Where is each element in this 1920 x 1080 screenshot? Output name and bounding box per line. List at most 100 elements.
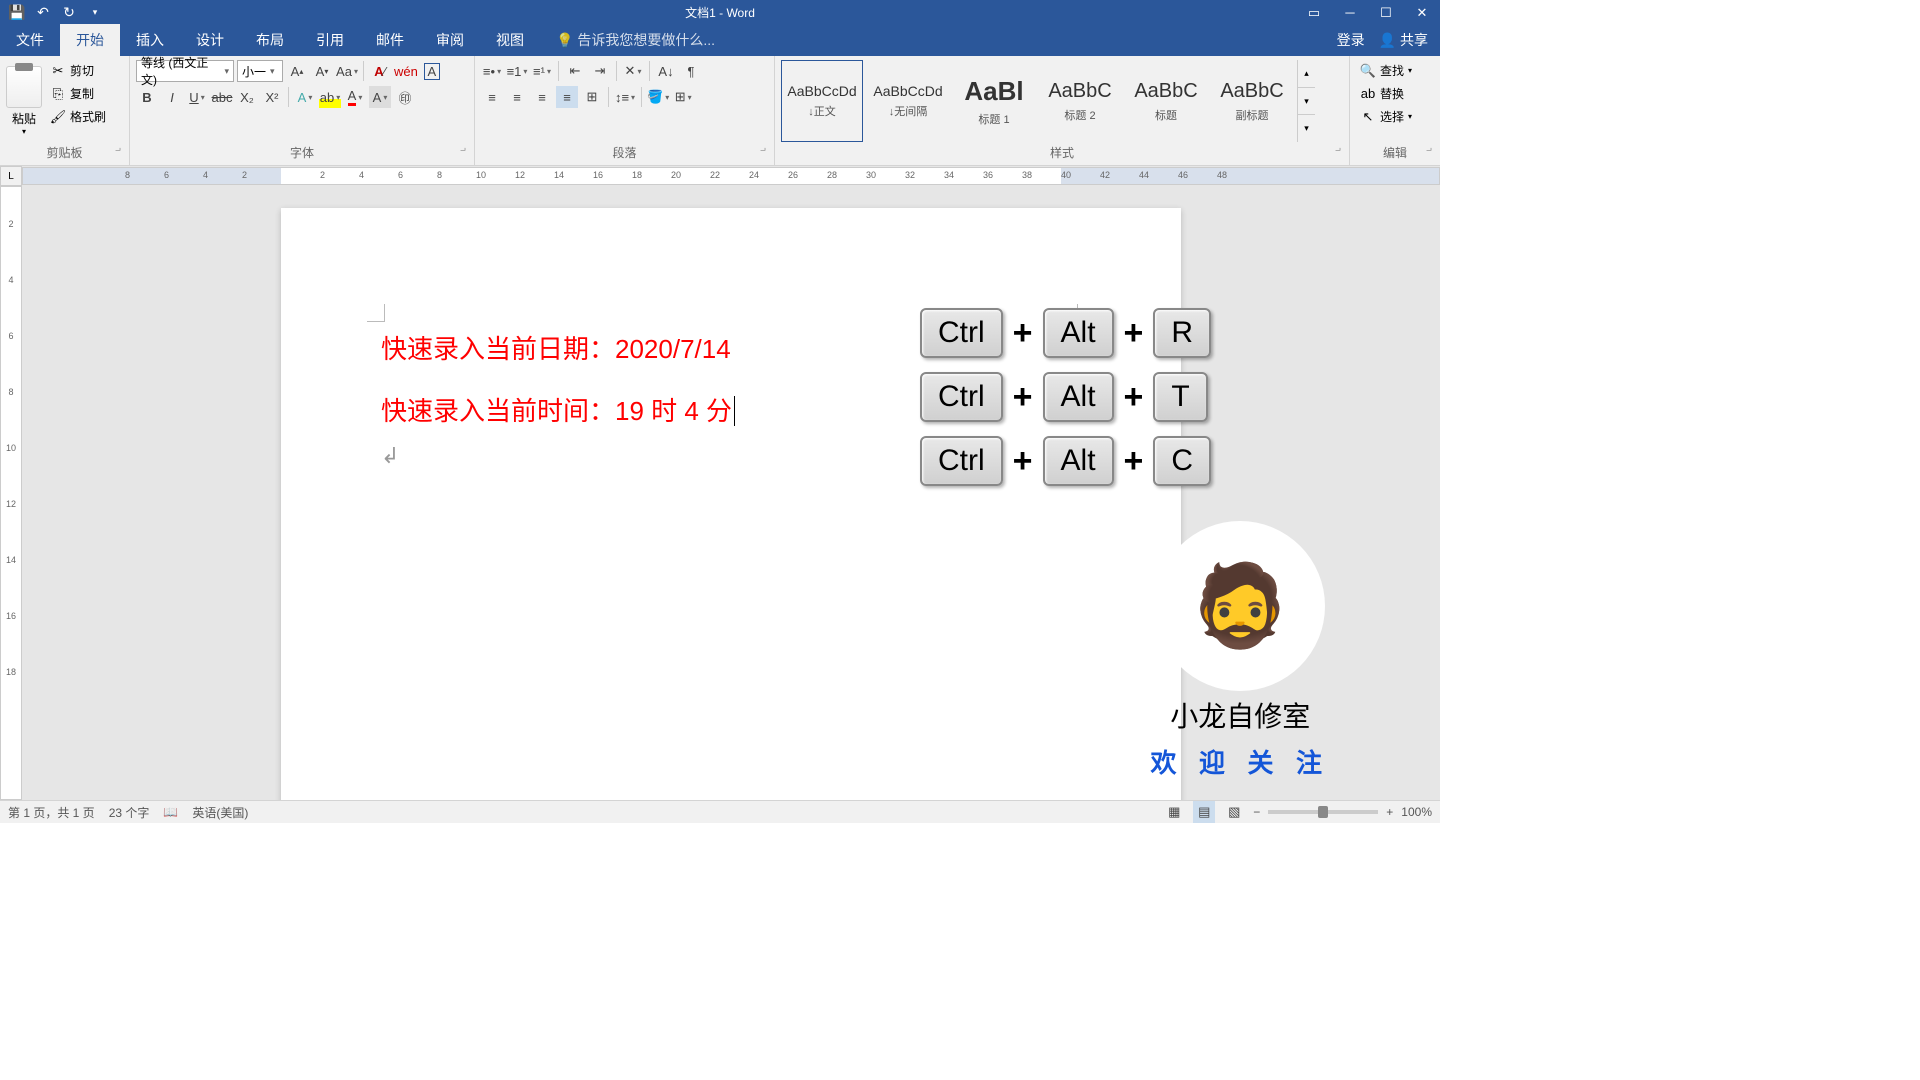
group-label-styles: 样式 bbox=[781, 142, 1343, 163]
replace-button[interactable]: ab替换 bbox=[1356, 83, 1434, 104]
maximize-icon[interactable]: ☐ bbox=[1368, 0, 1404, 25]
tab-home[interactable]: 开始 bbox=[60, 24, 120, 56]
save-icon[interactable]: 💾 bbox=[6, 2, 28, 24]
line-spacing-button[interactable]: ↕≡ bbox=[614, 86, 636, 108]
strike-button[interactable]: abc bbox=[211, 86, 233, 108]
close-icon[interactable]: ✕ bbox=[1404, 0, 1440, 25]
read-mode-icon[interactable]: ▦ bbox=[1163, 801, 1185, 823]
ruler-corner[interactable]: L bbox=[0, 166, 22, 186]
tab-view[interactable]: 视图 bbox=[480, 24, 540, 56]
tab-insert[interactable]: 插入 bbox=[120, 24, 180, 56]
superscript-button[interactable]: X² bbox=[261, 86, 283, 108]
style-标题 2[interactable]: AaBbC标题 2 bbox=[1039, 60, 1121, 142]
align-center-button[interactable]: ≡ bbox=[506, 86, 528, 108]
styles-up-icon[interactable]: ▴ bbox=[1298, 60, 1315, 87]
phonetic-button[interactable]: wén bbox=[394, 60, 418, 82]
numbering-button[interactable]: ≡1 bbox=[506, 60, 528, 82]
page[interactable]: 快速录入当前日期：2020/7/14 快速录入当前时间：19 时 4 分 ↲ bbox=[281, 208, 1181, 800]
enclose-char-button[interactable]: ㊞ bbox=[394, 86, 416, 108]
borders-button[interactable]: ⊞ bbox=[672, 86, 694, 108]
replace-icon: ab bbox=[1360, 86, 1376, 102]
style-↓无间隔[interactable]: AaBbCcDd↓无间隔 bbox=[867, 60, 949, 142]
print-layout-icon[interactable]: ▤ bbox=[1193, 801, 1215, 823]
asian-layout-button[interactable]: ✕ bbox=[622, 60, 644, 82]
char-shading-button[interactable]: A bbox=[369, 86, 391, 108]
group-label-clipboard: 剪贴板 bbox=[6, 142, 123, 163]
grow-font-button[interactable]: A▴ bbox=[286, 60, 308, 82]
subscript-button[interactable]: X₂ bbox=[236, 86, 258, 108]
tell-me[interactable]: 💡 告诉我您想要做什么... bbox=[540, 24, 731, 56]
paste-button[interactable]: 粘贴 ▾ bbox=[6, 60, 42, 142]
page-indicator[interactable]: 第 1 页，共 1 页 bbox=[8, 804, 95, 821]
font-color-button[interactable]: A bbox=[344, 86, 366, 108]
justify-button[interactable]: ≡ bbox=[556, 86, 578, 108]
tab-review[interactable]: 审阅 bbox=[420, 24, 480, 56]
tab-mail[interactable]: 邮件 bbox=[360, 24, 420, 56]
zoom-slider[interactable] bbox=[1268, 810, 1378, 814]
titlebar: 💾 ↶ ↻ ▾ 文档1 - Word ▭ ─ ☐ ✕ bbox=[0, 0, 1440, 25]
style-标题[interactable]: AaBbC标题 bbox=[1125, 60, 1207, 142]
italic-button[interactable]: I bbox=[161, 86, 183, 108]
web-layout-icon[interactable]: ▧ bbox=[1223, 801, 1245, 823]
key-letter: T bbox=[1153, 372, 1207, 422]
style-副标题[interactable]: AaBbC副标题 bbox=[1211, 60, 1293, 142]
underline-button[interactable]: U bbox=[186, 86, 208, 108]
bold-button[interactable]: B bbox=[136, 86, 158, 108]
spellcheck-icon[interactable]: 📖 bbox=[163, 805, 178, 819]
char-border-button[interactable]: A bbox=[421, 60, 443, 82]
redo-icon[interactable]: ↻ bbox=[58, 2, 80, 24]
ribbon-options-icon[interactable]: ▭ bbox=[1296, 0, 1332, 25]
tab-references[interactable]: 引用 bbox=[300, 24, 360, 56]
share-button[interactable]: 👤 共享 bbox=[1379, 30, 1428, 50]
crop-mark-icon bbox=[367, 304, 385, 322]
distributed-button[interactable]: ⊞ bbox=[581, 86, 603, 108]
zoom-in-button[interactable]: + bbox=[1386, 805, 1393, 819]
text-effects-button[interactable]: A bbox=[294, 86, 316, 108]
highlight-button[interactable]: ab bbox=[319, 86, 341, 108]
tab-layout[interactable]: 布局 bbox=[240, 24, 300, 56]
cursor-icon: ↖ bbox=[1360, 109, 1376, 125]
vertical-ruler[interactable]: 24681012141618 bbox=[0, 186, 22, 800]
styles-down-icon[interactable]: ▾ bbox=[1298, 87, 1315, 115]
login-button[interactable]: 登录 bbox=[1337, 30, 1365, 50]
shading-button[interactable]: 🪣 bbox=[647, 86, 669, 108]
bullets-button[interactable]: ≡• bbox=[481, 60, 503, 82]
styles-more-icon[interactable]: ▾ bbox=[1298, 114, 1315, 142]
tab-file[interactable]: 文件 bbox=[0, 24, 60, 56]
paste-icon bbox=[6, 66, 42, 108]
cut-button[interactable]: ✂剪切 bbox=[46, 60, 110, 81]
search-icon: 🔍 bbox=[1360, 63, 1376, 79]
align-right-button[interactable]: ≡ bbox=[531, 86, 553, 108]
find-button[interactable]: 🔍查找 ▾ bbox=[1356, 60, 1434, 81]
decrease-indent-button[interactable]: ⇤ bbox=[564, 60, 586, 82]
increase-indent-button[interactable]: ⇥ bbox=[589, 60, 611, 82]
undo-icon[interactable]: ↶ bbox=[32, 2, 54, 24]
change-case-button[interactable]: Aa bbox=[336, 60, 358, 82]
font-size-combo[interactable]: 小一 bbox=[237, 60, 283, 82]
format-painter-button[interactable]: 🖌格式刷 bbox=[46, 106, 110, 127]
align-left-button[interactable]: ≡ bbox=[481, 86, 503, 108]
tab-design[interactable]: 设计 bbox=[180, 24, 240, 56]
horizontal-ruler[interactable]: 8642246810121416182022242628303234363840… bbox=[22, 167, 1440, 185]
zoom-level[interactable]: 100% bbox=[1401, 805, 1432, 819]
brush-icon: 🖌 bbox=[50, 109, 66, 125]
copy-button[interactable]: ⎘复制 bbox=[46, 83, 110, 104]
language-indicator[interactable]: 英语(美国) bbox=[192, 804, 248, 821]
scissors-icon: ✂ bbox=[50, 63, 66, 79]
clear-format-button[interactable]: A⁄ bbox=[369, 60, 391, 82]
minimize-icon[interactable]: ─ bbox=[1332, 0, 1368, 25]
zoom-out-button[interactable]: − bbox=[1253, 805, 1260, 819]
style-标题 1[interactable]: AaBl标题 1 bbox=[953, 60, 1035, 142]
group-label-paragraph: 段落 bbox=[481, 142, 768, 163]
multilevel-button[interactable]: ≡¹ bbox=[531, 60, 553, 82]
style-↓正文[interactable]: AaBbCcDd↓正文 bbox=[781, 60, 863, 142]
show-marks-button[interactable]: ¶ bbox=[680, 60, 702, 82]
ribbon: 粘贴 ▾ ✂剪切 ⎘复制 🖌格式刷 剪贴板 等线 (西文正文) 小一 A▴ A▾… bbox=[0, 56, 1440, 166]
word-count[interactable]: 23 个字 bbox=[109, 804, 150, 821]
group-font: 等线 (西文正文) 小一 A▴ A▾ Aa A⁄ wén A B I U abc… bbox=[130, 56, 475, 165]
shrink-font-button[interactable]: A▾ bbox=[311, 60, 333, 82]
select-button[interactable]: ↖选择 ▾ bbox=[1356, 106, 1434, 127]
sort-button[interactable]: A↓ bbox=[655, 60, 677, 82]
qat-dropdown-icon[interactable]: ▾ bbox=[84, 2, 106, 24]
font-name-combo[interactable]: 等线 (西文正文) bbox=[136, 60, 234, 82]
